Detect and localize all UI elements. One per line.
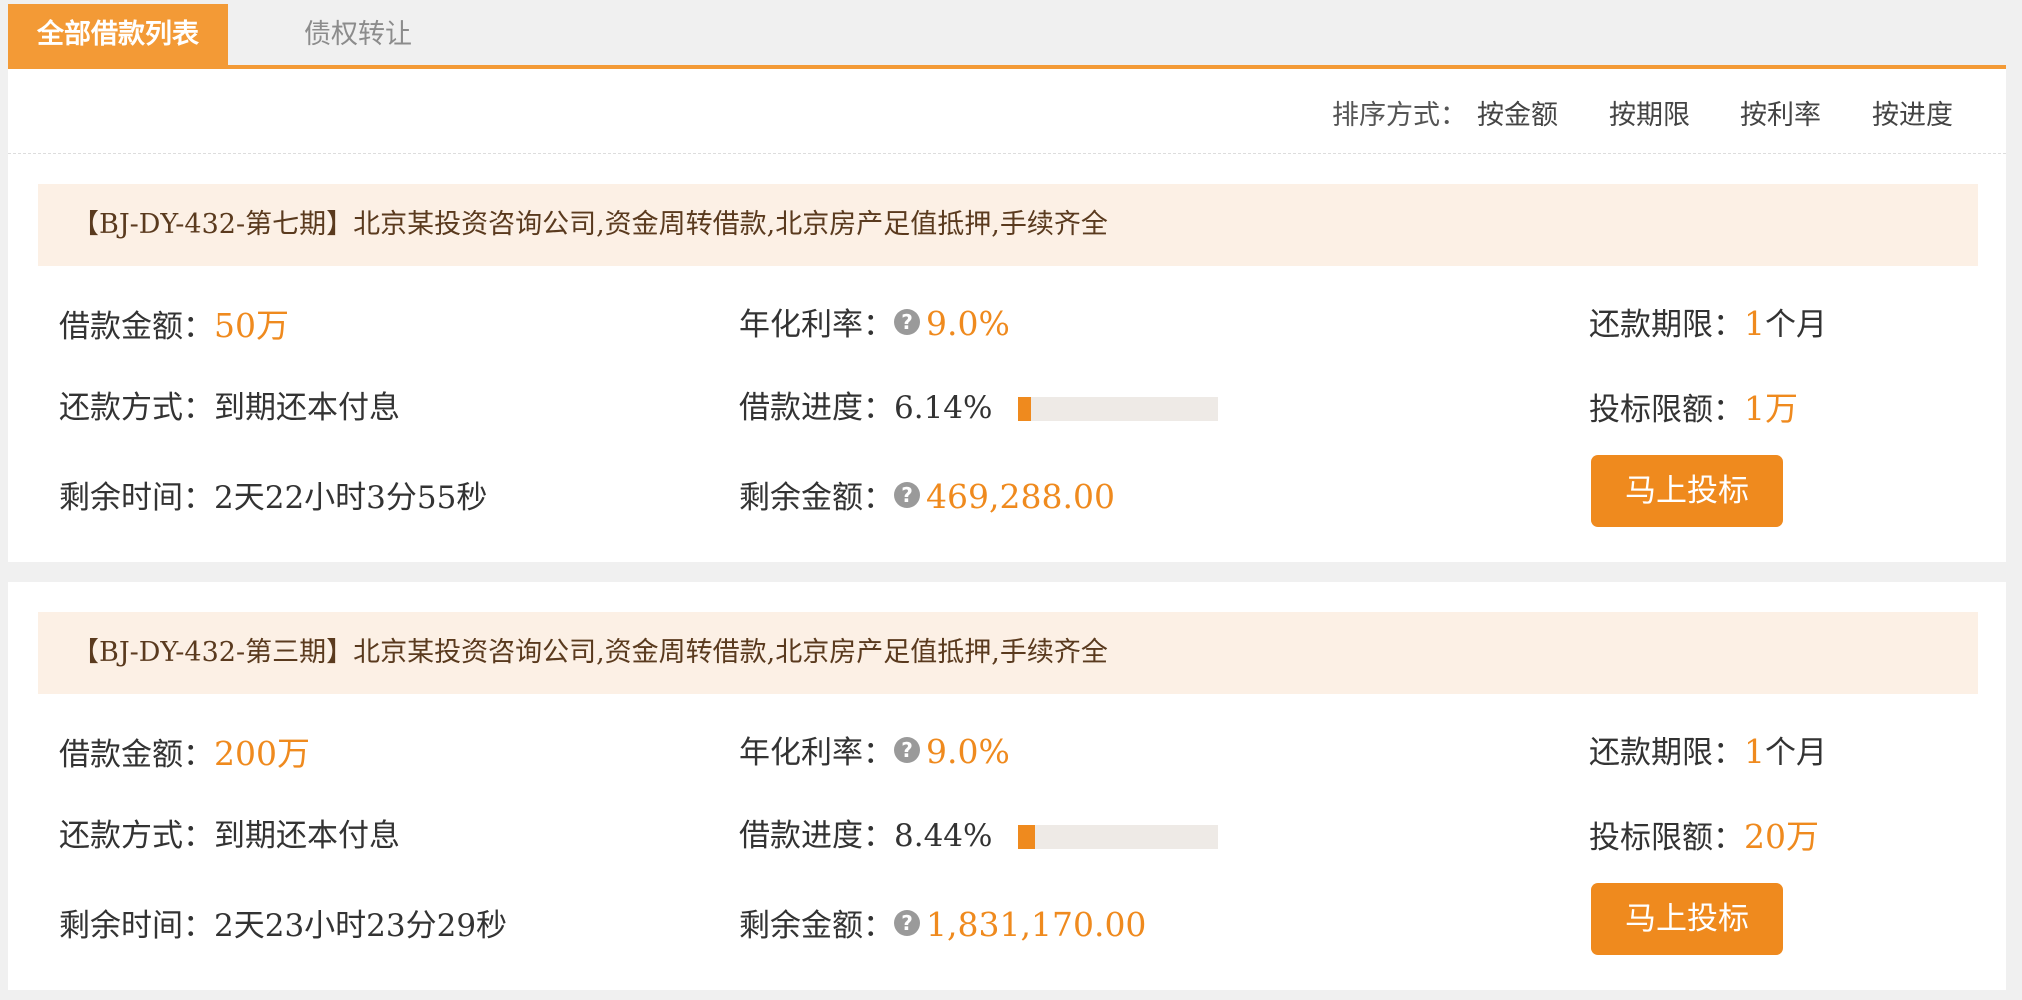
remaining-time-label: 剩余时间： (59, 480, 214, 516)
annual-rate-value: 9.0% (926, 732, 1010, 771)
loan-amount-value: 50万 (214, 306, 289, 345)
invest-now-button[interactable]: 马上投标 (1591, 883, 1783, 955)
bid-limit-label: 投标限额： (1589, 820, 1744, 856)
loan-progress: 借款进度：8.44% (739, 810, 1219, 855)
progress-fill (1018, 397, 1031, 421)
loan-progress-label: 借款进度： (739, 818, 894, 854)
progress-bar (1018, 397, 1219, 421)
help-icon[interactable]: ? (894, 910, 920, 936)
sort-by-term[interactable]: 按期限 (1609, 93, 1690, 132)
bid-limit-value: 1万 (1744, 389, 1798, 428)
bid-limit: 投标限额：20万 (1589, 810, 1819, 858)
bid-limit-label: 投标限额： (1589, 392, 1744, 428)
sort-label: 排序方式： (1332, 100, 1467, 131)
sort-bar: 排序方式： 按金额 按期限 按利率 按进度 (8, 69, 2006, 154)
repayment-method: 还款方式：到期还本付息 (59, 810, 400, 855)
invest-now-button[interactable]: 马上投标 (1591, 455, 1783, 527)
repayment-method-label: 还款方式： (59, 818, 214, 854)
annual-rate-label: 年化利率： (739, 735, 894, 771)
remaining-time: 剩余时间：2天23小时23分29秒 (59, 900, 507, 945)
remaining-amount-label: 剩余金额： (739, 480, 894, 516)
loan-progress: 借款进度：6.14% (739, 382, 1219, 427)
repayment-method-value: 到期还本付息 (214, 818, 400, 854)
annual-rate-value: 9.0% (926, 304, 1010, 343)
tab-bar: 全部借款列表 债权转让 (8, 0, 2006, 69)
sort-by-rate[interactable]: 按利率 (1740, 93, 1821, 132)
sort-by-progress[interactable]: 按进度 (1872, 93, 1953, 132)
loan-amount: 借款金额：200万 (59, 727, 310, 775)
repayment-term-unit: 个月 (1765, 307, 1827, 343)
repayment-term: 还款期限：1个月 (1589, 299, 1827, 344)
help-icon[interactable]: ? (894, 482, 920, 508)
remaining-amount: 剩余金额：? 1,831,170.00 (739, 900, 1146, 945)
remaining-amount: 剩余金额：? 469,288.00 (739, 472, 1115, 517)
tab-all-loans[interactable]: 全部借款列表 (8, 4, 228, 65)
loan-amount-label: 借款金额： (59, 737, 214, 773)
loan-progress-label: 借款进度： (739, 390, 894, 426)
loan-title[interactable]: 【BJ-DY-432-第三期】北京某投资咨询公司,资金周转借款,北京房产足值抵押… (38, 612, 1978, 694)
annual-rate: 年化利率：? 9.0% (739, 727, 1010, 772)
progress-fill (1018, 825, 1036, 849)
repayment-term-label: 还款期限： (1589, 307, 1744, 343)
loan-progress-text: 6.14% (894, 390, 993, 426)
repayment-term-label: 还款期限： (1589, 735, 1744, 771)
remaining-time-label: 剩余时间： (59, 908, 214, 944)
remaining-time-value: 2天23小时23分29秒 (214, 908, 508, 944)
repayment-method: 还款方式：到期还本付息 (59, 382, 400, 427)
remaining-amount-value: 1,831,170.00 (926, 905, 1147, 944)
loan-amount: 借款金额：50万 (59, 299, 289, 347)
sort-by-amount[interactable]: 按金额 (1477, 93, 1558, 132)
loan-amount-value: 200万 (214, 734, 310, 773)
remaining-amount-label: 剩余金额： (739, 908, 894, 944)
repayment-term-value: 1 (1744, 732, 1765, 771)
bid-limit: 投标限额：1万 (1589, 382, 1798, 430)
loan-amount-label: 借款金额： (59, 309, 214, 345)
help-icon[interactable]: ? (894, 309, 920, 335)
remaining-amount-value: 469,288.00 (926, 477, 1115, 516)
bid-limit-value: 20万 (1744, 817, 1819, 856)
repayment-term-value: 1 (1744, 304, 1765, 343)
repayment-term: 还款期限：1个月 (1589, 727, 1827, 772)
progress-bar (1018, 825, 1219, 849)
help-icon[interactable]: ? (894, 737, 920, 763)
loan-card: 【BJ-DY-432-第三期】北京某投资咨询公司,资金周转借款,北京房产足值抵押… (8, 582, 2006, 990)
loan-progress-text: 8.44% (894, 818, 993, 854)
repayment-term-unit: 个月 (1765, 735, 1827, 771)
loan-title[interactable]: 【BJ-DY-432-第七期】北京某投资咨询公司,资金周转借款,北京房产足值抵押… (38, 184, 1978, 266)
remaining-time-value: 2天22小时3分55秒 (214, 480, 488, 516)
remaining-time: 剩余时间：2天22小时3分55秒 (59, 472, 487, 517)
annual-rate: 年化利率：? 9.0% (739, 299, 1010, 344)
loan-card: 【BJ-DY-432-第七期】北京某投资咨询公司,资金周转借款,北京房产足值抵押… (8, 154, 2006, 562)
repayment-method-value: 到期还本付息 (214, 390, 400, 426)
annual-rate-label: 年化利率： (739, 307, 894, 343)
repayment-method-label: 还款方式： (59, 390, 214, 426)
tab-debt-transfer[interactable]: 债权转让 (268, 4, 448, 65)
